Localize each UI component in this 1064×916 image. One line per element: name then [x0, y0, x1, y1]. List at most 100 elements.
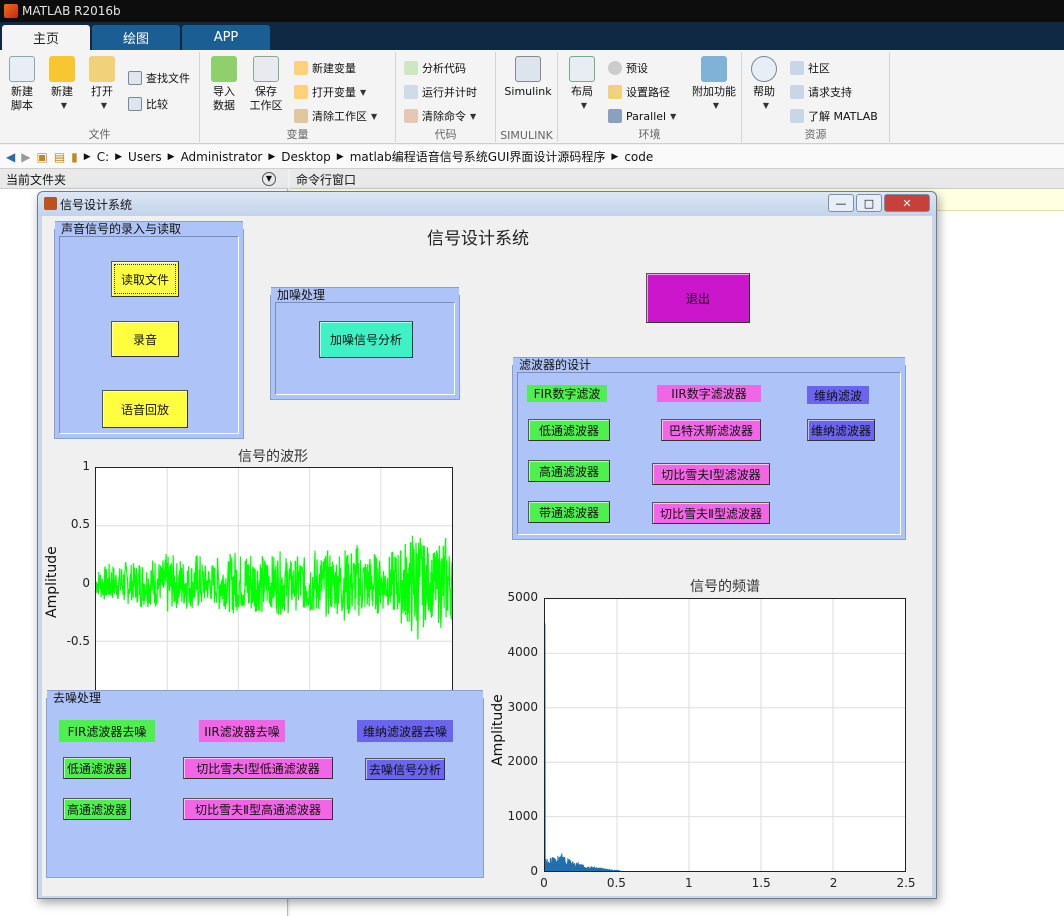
parallel-button[interactable]: Parallel ▼ — [608, 106, 676, 126]
run-and-time-button[interactable]: 运行并计时 — [404, 82, 477, 102]
help-icon — [751, 56, 777, 82]
breadcrumb[interactable]: Administrator — [181, 150, 263, 164]
close-button[interactable]: ✕ — [884, 194, 930, 212]
denoise-chebyshev2-highpass-button[interactable]: 切比雪夫Ⅱ型高通滤波器 — [183, 798, 333, 820]
save-workspace-button[interactable]: 保存 工作区 — [244, 56, 288, 113]
chevron-right-icon: ▶ — [167, 151, 175, 162]
command-window-header: 命令行窗口 — [290, 169, 1064, 189]
gear-icon — [608, 61, 622, 75]
ribbon-group-code: 分析代码 运行并计时 清除命令 ▼ 代码 — [396, 52, 496, 142]
layout-button[interactable]: 布局 ▼ — [560, 56, 604, 113]
breadcrumb[interactable]: matlab编程语音信号系统GUI界面设计源码程序 — [350, 148, 606, 165]
minimize-button[interactable]: — — [828, 194, 854, 212]
chevron-down-icon: ▼ — [470, 111, 477, 121]
wiener-filter-button[interactable]: 维纳滤波器 — [807, 419, 875, 441]
breadcrumb[interactable]: C: — [97, 150, 109, 164]
learn-matlab-icon — [790, 109, 804, 123]
highpass-filter-button[interactable]: 高通滤波器 — [528, 460, 610, 482]
compare-button[interactable]: 比较 — [128, 94, 168, 114]
new-button[interactable]: 新建 ▼ — [40, 56, 84, 113]
waveform-plot — [96, 468, 452, 699]
new-variable-icon — [294, 61, 308, 75]
run-and-time-icon — [404, 85, 418, 99]
clear-commands-button[interactable]: 清除命令 ▼ — [404, 106, 476, 126]
matlab-logo-icon — [4, 4, 18, 18]
tab-apps[interactable]: APP — [182, 25, 270, 50]
denoise-chebyshev1-lowpass-button[interactable]: 切比雪夫Ⅰ型低通滤波器 — [183, 757, 333, 779]
filter-design-panel: 滤波器的设计 FIR数字滤波 IIR数字滤波器 维纳滤波 低通滤波器 巴特沃斯滤… — [512, 357, 906, 540]
breadcrumb[interactable]: code — [624, 150, 653, 164]
back-icon[interactable]: ◀ — [6, 150, 15, 164]
denoise-lowpass-button[interactable]: 低通滤波器 — [63, 757, 131, 779]
ribbon: 新建 脚本 新建 ▼ 打开 ▼ 查找文件 比较 文件 导入 数据 保存 工作区 新建… — [0, 50, 1064, 144]
learn-matlab-button[interactable]: 了解 MATLAB — [790, 106, 878, 126]
find-files-button[interactable]: 查找文件 — [128, 68, 190, 88]
spectrum-chart: 信号的频谱 Amplitude 5000 4000 3000 2000 1000 0 0 0.… — [486, 576, 926, 896]
set-path-icon — [608, 85, 622, 99]
layout-icon — [569, 56, 595, 82]
chevron-right-icon: ▶ — [268, 151, 276, 162]
analyze-code-button[interactable]: 分析代码 — [404, 58, 466, 78]
add-ons-button[interactable]: 附加功能 ▼ — [688, 56, 740, 113]
playback-button[interactable]: 语音回放 — [102, 390, 188, 428]
chebyshev2-filter-button[interactable]: 切比雪夫Ⅱ型滤波器 — [652, 502, 770, 524]
waveform-series-line — [96, 535, 452, 640]
spectrum-title: 信号的频谱 — [690, 579, 760, 595]
maximize-button[interactable]: □ — [856, 194, 882, 212]
forward-icon[interactable]: ▶ — [21, 150, 30, 164]
wiener-denoise-label: 维纳滤波器去噪 — [357, 720, 453, 742]
tab-home[interactable]: 主页 — [2, 25, 90, 50]
open-button[interactable]: 打开 ▼ — [80, 56, 124, 113]
ribbon-group-label: 代码 — [434, 128, 457, 141]
waveform-chart: 信号的波形 Amplitude 10.50-0.5-1 — [42, 446, 462, 706]
open-variable-button[interactable]: 打开变量 ▼ — [294, 82, 366, 102]
chevron-down-icon: ▼ — [371, 111, 378, 121]
open-variable-icon — [294, 85, 308, 99]
preferences-button[interactable]: 预设 — [608, 58, 648, 78]
chevron-right-icon: ▶ — [83, 151, 91, 162]
breadcrumb[interactable]: Users — [128, 150, 162, 164]
butterworth-filter-button[interactable]: 巴特沃斯滤波器 — [661, 419, 761, 441]
clear-workspace-button[interactable]: 清除工作区 ▼ — [294, 106, 377, 126]
import-data-button[interactable]: 导入 数据 — [202, 56, 246, 113]
help-button[interactable]: 帮助 ▼ — [742, 56, 786, 113]
denoise-analysis-button[interactable]: 去噪信号分析 — [365, 758, 445, 780]
read-file-button[interactable]: 读取文件 — [111, 261, 179, 297]
gui-body: 信号设计系统 声音信号的录入与读取 读取文件 录音 语音回放 加噪处理 加噪信号… — [42, 216, 932, 896]
panel-menu-icon[interactable]: ▼ — [262, 172, 276, 186]
noise-analysis-button[interactable]: 加噪信号分析 — [319, 321, 413, 358]
current-folder-header: 当前文件夹 — [0, 169, 288, 189]
figure-icon — [44, 197, 57, 210]
chevron-down-icon: ▼ — [360, 87, 367, 97]
tab-plots[interactable]: 绘图 — [92, 25, 180, 50]
exit-button[interactable]: 退出 — [646, 273, 750, 323]
chevron-down-icon: ▼ — [100, 101, 108, 110]
up-folder-icon[interactable]: ▣ — [36, 150, 47, 164]
iir-label: IIR数字滤波器 — [657, 385, 761, 402]
community-button[interactable]: 社区 — [790, 58, 830, 78]
denoise-highpass-button[interactable]: 高通滤波器 — [63, 798, 131, 820]
simulink-button[interactable]: Simulink — [504, 56, 552, 99]
spectrum-ytick-label: 2000 — [507, 754, 538, 769]
bandpass-filter-button[interactable]: 带通滤波器 — [528, 501, 610, 523]
matlab-titlebar: MATLAB R2016b — [0, 0, 1064, 22]
record-button[interactable]: 录音 — [111, 321, 179, 357]
set-path-button[interactable]: 设置路径 — [608, 82, 670, 102]
chebyshev1-filter-button[interactable]: 切比雪夫Ⅰ型滤波器 — [652, 463, 770, 485]
new-script-button[interactable]: 新建 脚本 — [0, 56, 44, 113]
spectrum-xtick-label: 2 — [829, 876, 838, 890]
breadcrumb[interactable]: Desktop — [281, 150, 331, 164]
waveform-axes — [95, 467, 453, 700]
gui-window: 信号设计系统 — □ ✕ 信号设计系统 声音信号的录入与读取 读取文件 录音 语… — [37, 191, 937, 899]
spectrum-ytick-label: 5000 — [507, 590, 538, 604]
new-variable-button[interactable]: 新建变量 — [294, 58, 356, 78]
wiener-label: 维纳滤波 — [807, 386, 869, 404]
chevron-right-icon: ▶ — [115, 151, 123, 162]
waveform-ytick-label: -0.5 — [66, 633, 90, 648]
browse-folder-icon[interactable]: ▤ — [54, 150, 65, 164]
ribbon-group-simulink: Simulink SIMULINK — [496, 52, 558, 142]
lowpass-filter-button[interactable]: 低通滤波器 — [528, 419, 610, 441]
request-support-button[interactable]: 请求支持 — [790, 82, 852, 102]
page-title: 信号设计系统 — [427, 229, 529, 249]
chevron-down-icon: ▼ — [670, 111, 677, 121]
